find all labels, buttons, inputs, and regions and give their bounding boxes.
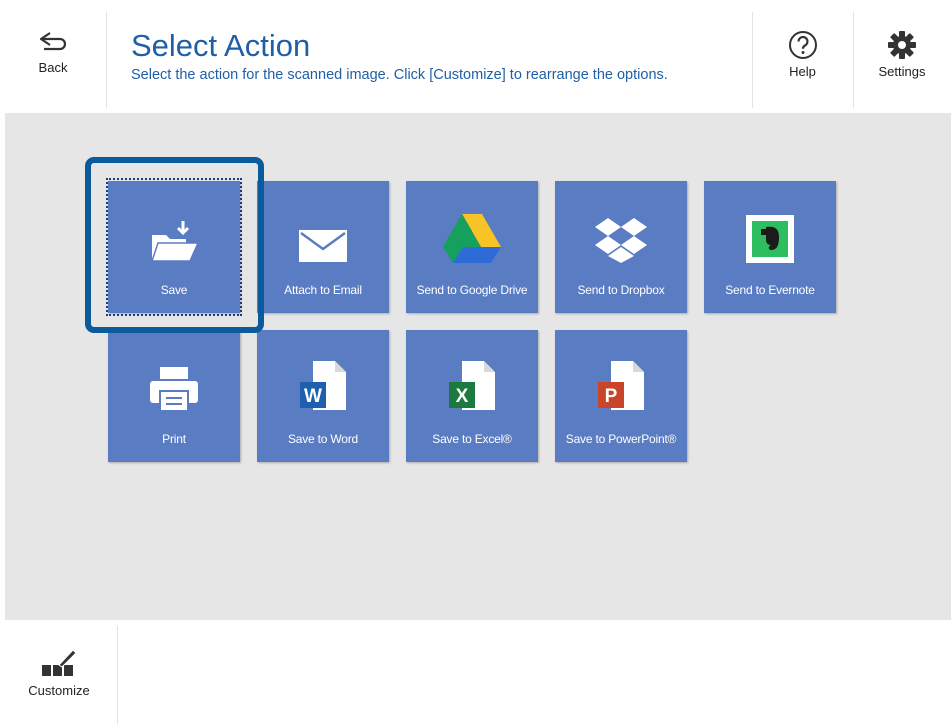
dropbox-icon [595, 218, 647, 263]
word-doc-icon: W [300, 361, 346, 410]
header-bar: Back Select Action Select the action for… [0, 0, 951, 113]
tile-label: Send to Google Drive [416, 283, 528, 297]
tile-save-to-excel[interactable]: X Save to Excel® [406, 330, 538, 462]
tile-attach-to-email[interactable]: Attach to Email [257, 181, 389, 313]
excel-doc-icon: X [449, 361, 495, 410]
tile-label: Save [160, 283, 188, 297]
back-arrow-icon [39, 32, 67, 51]
google-drive-icon [443, 214, 501, 263]
folder-save-icon [150, 221, 200, 262]
tile-save-to-word[interactable]: W Save to Word [257, 330, 389, 462]
tile-save-to-powerpoint[interactable]: P Save to PowerPoint® [555, 330, 687, 462]
svg-text:W: W [304, 386, 322, 407]
gear-icon [888, 31, 916, 59]
settings-label: Settings [878, 64, 926, 79]
customize-button[interactable]: Customize [0, 626, 118, 726]
tile-send-to-dropbox[interactable]: Send to Dropbox [555, 181, 687, 313]
printer-icon [150, 367, 198, 412]
tile-label: Save to PowerPoint® [565, 432, 677, 446]
help-icon [788, 31, 817, 59]
page-title: Select Action [131, 28, 311, 63]
help-button[interactable]: Help [752, 0, 853, 108]
tile-label: Attach to Email [284, 283, 362, 297]
back-label: Back [38, 60, 68, 75]
evernote-icon [746, 215, 794, 263]
settings-button[interactable]: Settings [853, 0, 951, 108]
svg-text:X: X [456, 386, 469, 407]
footer-divider [117, 626, 118, 724]
svg-text:P: P [605, 386, 618, 407]
customize-icon [42, 649, 77, 676]
tile-send-to-evernote[interactable]: Send to Evernote [704, 181, 836, 313]
tile-print[interactable]: Print [108, 330, 240, 462]
tile-label: Send to Dropbox [577, 283, 665, 297]
tile-label: Save to Excel® [432, 432, 512, 446]
tile-save[interactable]: Save [108, 181, 240, 313]
customize-label: Customize [28, 683, 90, 698]
tile-label: Send to Evernote [725, 283, 815, 297]
help-label: Help [789, 64, 816, 79]
back-button[interactable]: Back [0, 0, 106, 108]
page-subtitle: Select the action for the scanned image.… [131, 67, 668, 83]
tile-label: Save to Word [287, 432, 359, 446]
header-divider [106, 12, 107, 108]
tile-label: Print [162, 432, 186, 446]
envelope-icon [299, 230, 347, 262]
tile-send-to-google-drive[interactable]: Send to Google Drive [406, 181, 538, 313]
powerpoint-doc-icon: P [598, 361, 644, 410]
